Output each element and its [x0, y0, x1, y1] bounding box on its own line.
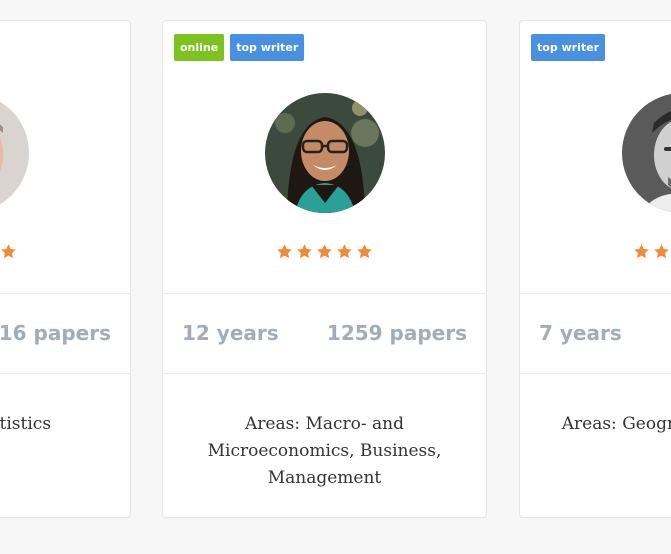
papers-count: 816 papers [0, 321, 111, 345]
rating-stars [163, 243, 486, 260]
divider [0, 373, 130, 374]
papers-count: 1259 papers [326, 321, 467, 345]
star-icon [356, 243, 373, 260]
online-badge: online [174, 34, 225, 61]
writer-areas: Areas: Geography, Business [561, 414, 671, 434]
divider [520, 373, 671, 374]
star-icon [316, 243, 333, 260]
writer-avatar [265, 93, 385, 213]
divider [0, 293, 130, 294]
writer-photo-icon [622, 93, 671, 213]
star-icon [276, 243, 293, 260]
star-icon [0, 243, 17, 260]
top-writer-badge: top writer [531, 34, 606, 61]
rating-stars [0, 243, 130, 260]
badge-group: online top writer [174, 34, 305, 61]
writer-avatar [0, 93, 29, 213]
star-icon [653, 243, 670, 260]
star-icon [633, 243, 650, 260]
writer-areas: Areas: Macro- and Microeconomics, Busine… [207, 414, 442, 488]
experience-years: 7 years [539, 321, 622, 345]
badge-group: top writer [531, 34, 606, 61]
divider [163, 373, 486, 374]
writer-card[interactable]: online top writer 12 years 1259 papers A… [162, 20, 487, 518]
experience-years: 12 years [182, 321, 279, 345]
divider [520, 293, 671, 294]
writer-avatar [622, 93, 671, 213]
writer-areas: Calculus, Statistics [0, 414, 52, 434]
rating-stars [520, 243, 671, 260]
writer-photo-icon [0, 93, 29, 213]
top-writer-badge: top writer [230, 34, 305, 61]
star-icon [296, 243, 313, 260]
writers-carousel: 816 papers Calculus, Statistics online t… [0, 0, 671, 554]
writer-card[interactable]: top writer 7 years Areas: Geography, Bus [519, 20, 671, 518]
writer-card[interactable]: 816 papers Calculus, Statistics [0, 20, 131, 518]
divider [163, 293, 486, 294]
writer-photo-icon [265, 93, 385, 213]
star-icon [336, 243, 353, 260]
